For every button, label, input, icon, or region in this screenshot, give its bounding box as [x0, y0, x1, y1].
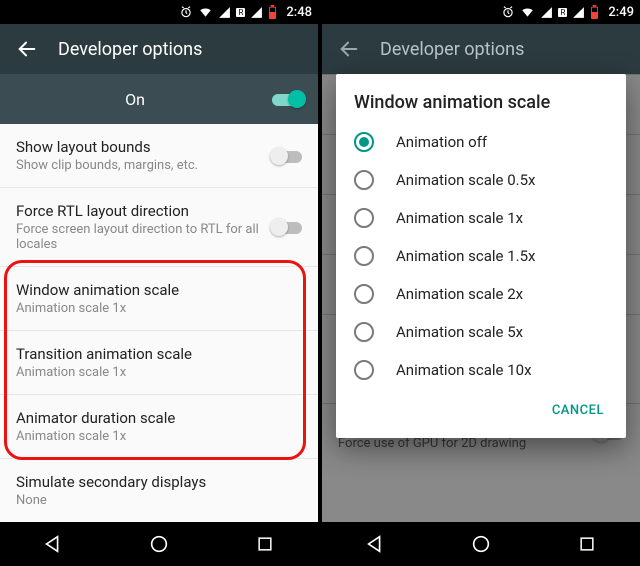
option-label: Animation scale 10x [396, 361, 532, 379]
settings-list: Show layout bounds Show clip bounds, mar… [0, 124, 318, 522]
item-transition-animation-scale[interactable]: Transition animation scale Animation sca… [0, 330, 318, 394]
page-title: Developer options [58, 39, 202, 60]
option-animation-5x[interactable]: Animation scale 5x [336, 313, 626, 351]
master-toggle-row[interactable]: On [0, 74, 318, 124]
master-toggle-label: On [16, 90, 302, 109]
radio-icon [354, 360, 374, 380]
alarm-icon [179, 5, 193, 19]
item-secondary: Animation scale 1x [16, 301, 302, 316]
option-animation-1x[interactable]: Animation scale 1x [336, 199, 626, 237]
item-simulate-secondary-displays[interactable]: Simulate secondary displays None [0, 458, 318, 522]
wifi-icon [198, 5, 213, 19]
nav-back-button[interactable] [345, 522, 405, 566]
clock: 2:48 [286, 5, 312, 20]
status-bar: R 2:48 [0, 0, 318, 24]
option-animation-10x[interactable]: Animation scale 10x [336, 351, 626, 389]
radio-icon [354, 246, 374, 266]
item-show-layout-bounds[interactable]: Show layout bounds Show clip bounds, mar… [0, 124, 318, 187]
item-secondary: Show clip bounds, margins, etc. [16, 158, 302, 173]
item-primary: Show layout bounds [16, 138, 302, 156]
option-label: Animation scale 1.5x [396, 247, 535, 265]
item-switch[interactable] [270, 217, 304, 237]
option-label: Animation off [396, 133, 487, 151]
option-label: Animation scale 2x [396, 285, 523, 303]
option-animation-0-5x[interactable]: Animation scale 0.5x [336, 161, 626, 199]
network-label: R [236, 8, 245, 17]
nav-recent-button[interactable] [235, 522, 295, 566]
left-screenshot: R 2:48 Developer options On Show layout … [0, 0, 318, 566]
radio-icon [354, 322, 374, 342]
item-switch[interactable] [270, 146, 304, 166]
item-window-animation-scale[interactable]: Window animation scale Animation scale 1… [0, 266, 318, 330]
signal-icon-2 [250, 6, 263, 19]
dialog-actions: CANCEL [336, 389, 626, 432]
item-secondary: Animation scale 1x [16, 365, 302, 380]
item-secondary: Force screen layout direction to RTL for… [16, 222, 302, 252]
nav-bar [0, 522, 318, 566]
app-bar: Developer options [0, 24, 318, 74]
option-label: Animation scale 1x [396, 209, 523, 227]
item-force-rtl[interactable]: Force RTL layout direction Force screen … [0, 187, 318, 266]
nav-home-button[interactable] [129, 522, 189, 566]
nav-back-button[interactable] [23, 522, 83, 566]
nav-bar [322, 522, 640, 566]
right-screenshot: R 2:49 Developer options FF lo WA TrA AA… [322, 0, 640, 566]
option-label: Animation scale 5x [396, 323, 523, 341]
signal-icon [218, 6, 231, 19]
option-animation-2x[interactable]: Animation scale 2x [336, 275, 626, 313]
item-animator-duration-scale[interactable]: Animator duration scale Animation scale … [0, 394, 318, 458]
dialog-title: Window animation scale [336, 74, 626, 123]
radio-icon [354, 132, 374, 152]
item-primary: Animator duration scale [16, 409, 302, 427]
item-primary: Simulate secondary displays [16, 473, 302, 491]
back-button[interactable] [10, 32, 44, 66]
item-primary: Force RTL layout direction [16, 202, 302, 220]
option-animation-off[interactable]: Animation off [336, 123, 626, 161]
master-toggle-switch[interactable] [272, 89, 306, 109]
option-label: Animation scale 0.5x [396, 171, 535, 189]
radio-icon [354, 170, 374, 190]
item-primary: Window animation scale [16, 281, 302, 299]
radio-icon [354, 284, 374, 304]
nav-recent-button[interactable] [557, 522, 617, 566]
item-primary: Transition animation scale [16, 345, 302, 363]
item-secondary: Animation scale 1x [16, 429, 302, 444]
battery-icon [268, 5, 277, 19]
nav-home-button[interactable] [451, 522, 511, 566]
radio-icon [354, 208, 374, 228]
dialog-window-animation-scale: Window animation scale Animation off Ani… [336, 74, 626, 438]
cancel-button[interactable]: CANCEL [544, 397, 612, 424]
item-secondary: None [16, 493, 302, 508]
option-animation-1-5x[interactable]: Animation scale 1.5x [336, 237, 626, 275]
